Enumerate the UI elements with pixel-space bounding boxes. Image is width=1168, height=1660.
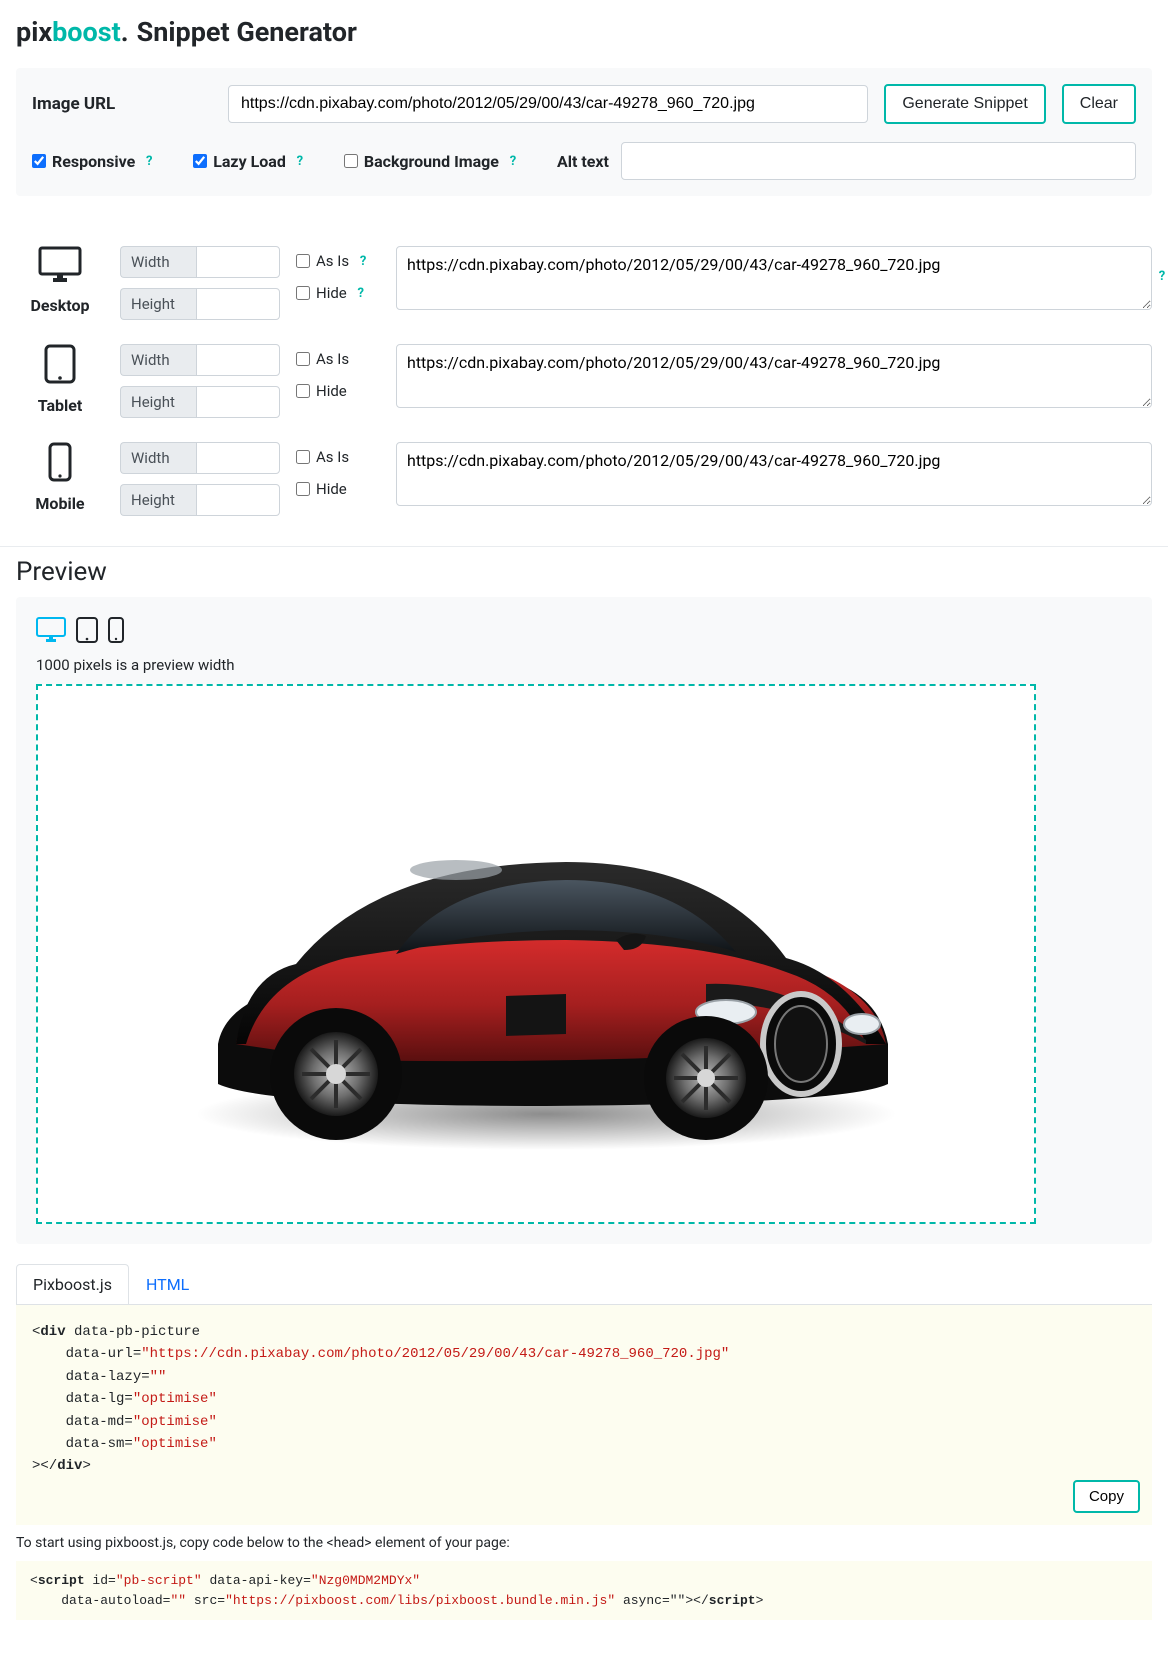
hide-label: Hide <box>316 480 347 498</box>
height-input-mobile[interactable] <box>196 484 280 516</box>
url-section: Image URL Generate Snippet Clear Respons… <box>16 68 1152 196</box>
tab-pixboostjs[interactable]: Pixboost.js <box>16 1264 129 1304</box>
preview-width-text: 1000 pixels is a preview width <box>36 656 1132 674</box>
as-is-option-desktop[interactable]: As Is ? <box>296 252 380 270</box>
as-is-checkbox[interactable] <box>296 254 310 268</box>
width-label: Width <box>120 246 196 278</box>
device-row-tablet: Tablet Width Height As Is Hide <box>16 334 1152 432</box>
hide-checkbox[interactable] <box>296 482 310 496</box>
width-input-tablet[interactable] <box>196 344 280 376</box>
tablet-icon[interactable] <box>76 617 98 650</box>
preview-image-box <box>36 684 1036 1224</box>
width-input-mobile[interactable] <box>196 442 280 474</box>
hide-checkbox[interactable] <box>296 384 310 398</box>
hide-option-tablet[interactable]: Hide <box>296 382 380 400</box>
device-row-desktop: Desktop Width Height As Is ? Hide ? <box>16 236 1152 334</box>
snippet-block: Pixboost.js HTML <div data-pb-picture da… <box>16 1264 1152 1525</box>
lazyload-label: Lazy Load <box>213 152 286 171</box>
responsive-option[interactable]: Responsive ? <box>32 152 157 171</box>
help-icon[interactable]: ? <box>353 285 369 301</box>
preview-heading: Preview <box>0 547 1168 597</box>
device-url-textarea-mobile[interactable]: https://cdn.pixabay.com/photo/2012/05/29… <box>396 442 1152 506</box>
hide-option-desktop[interactable]: Hide ? <box>296 284 380 302</box>
device-url-textarea-tablet[interactable]: https://cdn.pixabay.com/photo/2012/05/29… <box>396 344 1152 408</box>
alt-text-input[interactable] <box>621 142 1136 180</box>
mobile-icon <box>48 442 72 488</box>
hide-option-mobile[interactable]: Hide <box>296 480 380 498</box>
help-icon[interactable]: ? <box>355 253 371 269</box>
script-snippet: <script id="pb-script" data-api-key="Nzg… <box>16 1561 1152 1620</box>
device-url-textarea-desktop[interactable]: https://cdn.pixabay.com/photo/2012/05/29… <box>396 246 1152 310</box>
height-label: Height <box>120 288 196 320</box>
lazyload-checkbox[interactable] <box>193 154 207 168</box>
width-input-desktop[interactable] <box>196 246 280 278</box>
preview-device-switcher <box>36 617 1132 650</box>
background-image-option[interactable]: Background Image ? <box>344 152 521 171</box>
height-label: Height <box>120 484 196 516</box>
background-image-checkbox[interactable] <box>344 154 358 168</box>
help-icon[interactable]: ? <box>505 153 521 169</box>
device-label: Desktop <box>30 296 89 315</box>
height-input-tablet[interactable] <box>196 386 280 418</box>
tablet-icon <box>44 344 76 390</box>
device-label: Tablet <box>38 396 83 415</box>
hide-checkbox[interactable] <box>296 286 310 300</box>
responsive-label: Responsive <box>52 152 135 171</box>
responsive-checkbox[interactable] <box>32 154 46 168</box>
logo-pix: pix <box>16 16 52 48</box>
pixboost-note: To start using pixboost.js, copy code be… <box>0 1525 1168 1561</box>
hide-label: Hide <box>316 382 347 400</box>
lazyload-option[interactable]: Lazy Load ? <box>193 152 308 171</box>
width-label: Width <box>120 442 196 474</box>
hide-label: Hide <box>316 284 347 302</box>
snippet-code: <div data-pb-picture data-url="https://c… <box>16 1305 1152 1525</box>
as-is-label: As Is <box>316 252 349 270</box>
image-url-label: Image URL <box>32 94 212 114</box>
snippet-tabs: Pixboost.js HTML <box>16 1264 1152 1305</box>
height-input-desktop[interactable] <box>196 288 280 320</box>
desktop-icon <box>38 246 82 290</box>
help-icon[interactable]: ? <box>292 153 308 169</box>
help-icon[interactable]: ? <box>141 153 157 169</box>
mobile-icon[interactable] <box>108 617 124 650</box>
preview-block: 1000 pixels is a preview width <box>16 597 1152 1244</box>
as-is-checkbox[interactable] <box>296 450 310 464</box>
as-is-option-tablet[interactable]: As Is <box>296 350 380 368</box>
preview-car-image <box>146 744 926 1164</box>
desktop-icon[interactable] <box>36 617 66 650</box>
width-label: Width <box>120 344 196 376</box>
as-is-option-mobile[interactable]: As Is <box>296 448 380 466</box>
background-image-label: Background Image <box>364 152 499 171</box>
logo: pixboost. <box>16 16 129 48</box>
as-is-checkbox[interactable] <box>296 352 310 366</box>
generate-snippet-button[interactable]: Generate Snippet <box>884 84 1045 124</box>
tab-html[interactable]: HTML <box>129 1264 206 1304</box>
clear-button[interactable]: Clear <box>1062 84 1136 124</box>
header: pixboost. Snippet Generator <box>16 16 1152 48</box>
page-title: Snippet Generator <box>137 16 357 48</box>
alt-text-label: Alt text <box>557 152 609 171</box>
height-label: Height <box>120 386 196 418</box>
device-row-mobile: Mobile Width Height As Is Hide <box>16 432 1152 530</box>
device-label: Mobile <box>35 494 84 513</box>
image-url-input[interactable] <box>228 85 868 123</box>
as-is-label: As Is <box>316 350 349 368</box>
logo-dot: . <box>121 16 129 48</box>
help-icon[interactable]: ? <box>1154 268 1168 284</box>
as-is-label: As Is <box>316 448 349 466</box>
logo-boost: boost <box>52 16 121 48</box>
copy-button[interactable]: Copy <box>1073 1480 1140 1513</box>
